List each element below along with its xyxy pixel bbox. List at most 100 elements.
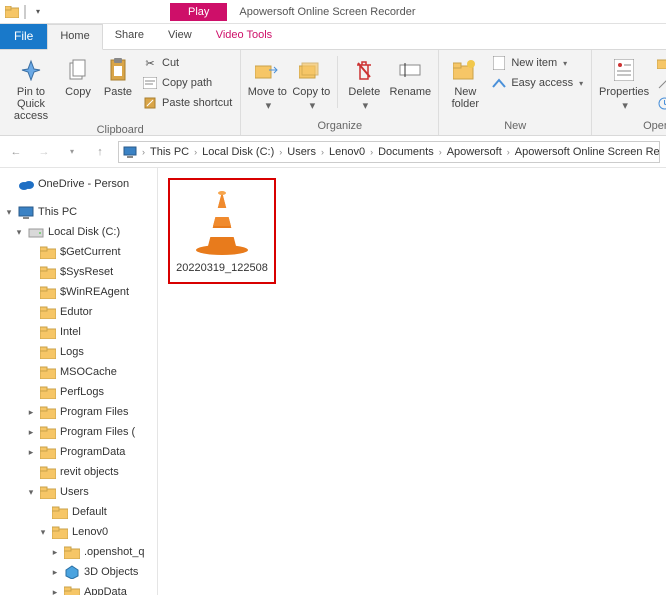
home-tab[interactable]: Home: [47, 24, 102, 50]
folder-icon: [40, 344, 56, 360]
tree-label: ProgramData: [60, 446, 125, 458]
tree-item[interactable]: ▸ .openshot_q: [0, 542, 157, 562]
paste-shortcut-button[interactable]: Paste shortcut: [140, 94, 234, 112]
crumb-current[interactable]: Apowersoft Online Screen Recorder: [515, 146, 660, 158]
folder-icon: [40, 444, 56, 460]
file-item[interactable]: 20220319_122508: [168, 178, 276, 284]
chevron-right-icon[interactable]: ›: [367, 147, 376, 157]
up-button[interactable]: ↑: [90, 142, 110, 162]
group-open: Properties▾ Open▾ Edit History Open: [592, 50, 666, 135]
chevron-right-icon[interactable]: ›: [318, 147, 327, 157]
cut-button[interactable]: ✂Cut: [140, 54, 234, 72]
rename-button[interactable]: Rename: [388, 52, 432, 112]
new-item-button[interactable]: New item▾: [489, 54, 585, 72]
view-tab[interactable]: View: [156, 24, 204, 49]
tree-item[interactable]: MSOCache: [0, 362, 157, 382]
expand-icon[interactable]: ▸: [26, 407, 36, 418]
expand-icon[interactable]: ▾: [14, 227, 24, 238]
tree-item[interactable]: Edutor: [0, 302, 157, 322]
crumb-this-pc[interactable]: This PC: [150, 146, 189, 158]
expand-icon[interactable]: ▾: [4, 207, 14, 218]
easy-access-button[interactable]: Easy access▾: [489, 74, 585, 92]
recent-locations-button[interactable]: ▾: [62, 142, 82, 162]
tree-item[interactable]: Intel: [0, 322, 157, 342]
crumb-local-disk[interactable]: Local Disk (C:): [202, 146, 274, 158]
folder-icon[interactable]: [4, 4, 20, 20]
copy-to-button[interactable]: Copy to▾: [291, 52, 331, 112]
folder-icon: [40, 424, 56, 440]
tree-item[interactable]: ▸ Program Files: [0, 402, 157, 422]
pin-to-quick-access-button[interactable]: Pin to Quick access: [6, 52, 56, 122]
forward-button[interactable]: →: [34, 142, 54, 162]
qat-dropdown-icon[interactable]: ▾: [30, 4, 46, 20]
tree-item[interactable]: ▸3D Objects: [0, 562, 157, 582]
tree-item[interactable]: PerfLogs: [0, 382, 157, 402]
tree-item[interactable]: ▾ This PC: [0, 202, 157, 222]
tree-item[interactable]: ▾Lenov0: [0, 522, 157, 542]
history-button[interactable]: History: [654, 94, 666, 112]
expand-icon[interactable]: ▸: [26, 447, 36, 458]
delete-button[interactable]: Delete▾: [344, 52, 384, 112]
tree-label: .openshot_q: [84, 546, 145, 558]
tree-item[interactable]: Default: [0, 502, 157, 522]
paste-button[interactable]: Paste: [100, 52, 136, 122]
tree-item[interactable]: $WinREAgent: [0, 282, 157, 302]
delete-icon: [350, 56, 378, 84]
chevron-right-icon[interactable]: ›: [191, 147, 200, 157]
folder-icon: [40, 364, 56, 380]
video-tools-tab[interactable]: Video Tools: [204, 24, 284, 49]
expand-icon[interactable]: ▾: [38, 527, 48, 538]
tree-label: OneDrive - Person: [38, 178, 129, 190]
copy-path-button[interactable]: Copy path: [140, 74, 234, 92]
folder-icon: [40, 324, 56, 340]
breadcrumb[interactable]: › This PC› Local Disk (C:)› Users› Lenov…: [118, 141, 660, 163]
copy-icon: [64, 56, 92, 84]
pin-icon: [17, 56, 45, 84]
tree-item[interactable]: ▸Program Files (: [0, 422, 157, 442]
folder-icon: [40, 464, 56, 480]
title-bar: ▾ Play Apowersoft Online Screen Recorder: [0, 0, 666, 24]
chevron-right-icon[interactable]: ›: [504, 147, 513, 157]
tree-label: Program Files: [60, 406, 128, 418]
tree-item[interactable]: ▸ ProgramData: [0, 442, 157, 462]
file-name: 20220319_122508: [176, 262, 268, 274]
chevron-right-icon[interactable]: ›: [276, 147, 285, 157]
crumb-apowersoft[interactable]: Apowersoft: [447, 146, 502, 158]
tree-item[interactable]: Logs: [0, 342, 157, 362]
chevron-right-icon[interactable]: ›: [139, 147, 148, 157]
tree-item[interactable]: ▾ Local Disk (C:): [0, 222, 157, 242]
move-to-button[interactable]: Move to▾: [247, 52, 287, 112]
tree-label: $GetCurrent: [60, 246, 121, 258]
expand-icon[interactable]: ▸: [50, 567, 60, 578]
tree-item[interactable]: $SysReset: [0, 262, 157, 282]
chevron-right-icon[interactable]: ›: [436, 147, 445, 157]
file-tab[interactable]: File: [0, 24, 47, 49]
share-tab[interactable]: Share: [103, 24, 156, 49]
edit-button[interactable]: Edit: [654, 74, 666, 92]
tree-label: Local Disk (C:): [48, 226, 120, 238]
scissors-icon: ✂: [142, 55, 158, 71]
tree-label: This PC: [38, 206, 77, 218]
expand-icon[interactable]: ▾: [26, 487, 36, 498]
copy-button[interactable]: Copy: [60, 52, 96, 122]
crumb-lenov0[interactable]: Lenov0: [329, 146, 365, 158]
tree-item[interactable]: $GetCurrent: [0, 242, 157, 262]
tree-item[interactable]: OneDrive - Person: [0, 174, 157, 194]
back-button[interactable]: ←: [6, 142, 26, 162]
open-button[interactable]: Open▾: [654, 54, 666, 72]
contextual-tab-play[interactable]: Play: [170, 3, 227, 21]
expand-icon[interactable]: ▸: [26, 427, 36, 438]
tree-item[interactable]: revit objects: [0, 462, 157, 482]
crumb-users[interactable]: Users: [287, 146, 316, 158]
tree-item[interactable]: ▸AppData: [0, 582, 157, 595]
properties-button[interactable]: Properties▾: [598, 52, 650, 112]
new-folder-button[interactable]: New folder: [445, 52, 485, 110]
content-pane[interactable]: 20220319_122508: [158, 168, 666, 595]
expand-icon[interactable]: ▸: [50, 587, 60, 595]
folder-icon: [40, 384, 56, 400]
nav-tree[interactable]: OneDrive - Person ▾ This PC ▾ Local Disk (C:…: [0, 168, 158, 595]
expand-icon[interactable]: ▸: [50, 547, 60, 558]
tree-item[interactable]: ▾Users: [0, 482, 157, 502]
tree-label: revit objects: [60, 466, 119, 478]
crumb-documents[interactable]: Documents: [378, 146, 434, 158]
